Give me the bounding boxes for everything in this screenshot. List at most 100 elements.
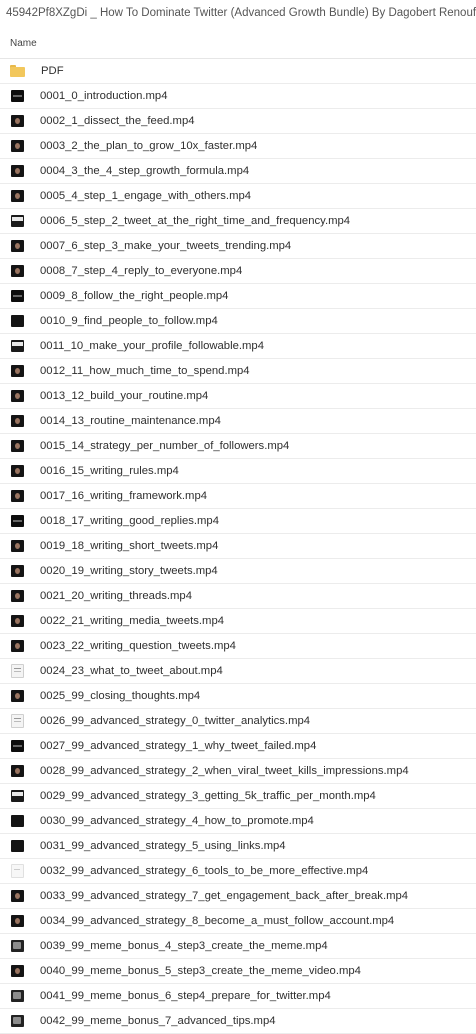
video-thumbnail-icon — [11, 390, 24, 402]
file-row[interactable]: 0020_19_writing_story_tweets.mp4 — [0, 559, 476, 584]
file-row[interactable]: 0013_12_build_your_routine.mp4 — [0, 384, 476, 409]
video-thumbnail-icon — [11, 540, 24, 552]
video-thumbnail-icon — [11, 740, 24, 752]
video-thumbnail-icon — [11, 714, 24, 728]
folder-row[interactable]: PDF — [0, 59, 476, 84]
video-thumbnail-icon — [11, 664, 24, 678]
video-thumbnail-icon — [11, 140, 24, 152]
file-row[interactable]: 0027_99_advanced_strategy_1_why_tweet_fa… — [0, 734, 476, 759]
video-thumbnail-icon — [11, 565, 24, 577]
file-row[interactable]: 0001_0_introduction.mp4 — [0, 84, 476, 109]
file-name: 0027_99_advanced_strategy_1_why_tweet_fa… — [40, 740, 317, 752]
video-thumbnail-icon — [11, 965, 24, 977]
file-row[interactable]: 0006_5_step_2_tweet_at_the_right_time_an… — [0, 209, 476, 234]
video-thumbnail-icon — [11, 940, 24, 952]
file-row[interactable]: 0009_8_follow_the_right_people.mp4 — [0, 284, 476, 309]
file-name: 0020_19_writing_story_tweets.mp4 — [40, 565, 218, 577]
video-thumbnail-icon — [11, 765, 24, 777]
file-row[interactable]: 0016_15_writing_rules.mp4 — [0, 459, 476, 484]
file-name: 0017_16_writing_framework.mp4 — [40, 490, 208, 502]
file-row[interactable]: 0003_2_the_plan_to_grow_10x_faster.mp4 — [0, 134, 476, 159]
video-thumbnail-icon — [11, 640, 24, 652]
file-row[interactable]: 0032_99_advanced_strategy_6_tools_to_be_… — [0, 859, 476, 884]
window-title: 45942Pf8XZgDi _ How To Dominate Twitter … — [6, 7, 476, 19]
file-name: 0042_99_meme_bonus_7_advanced_tips.mp4 — [40, 1015, 276, 1027]
file-row[interactable]: 0019_18_writing_short_tweets.mp4 — [0, 534, 476, 559]
file-row[interactable]: 0025_99_closing_thoughts.mp4 — [0, 684, 476, 709]
file-name: 0029_99_advanced_strategy_3_getting_5k_t… — [40, 790, 376, 802]
file-row[interactable]: 0026_99_advanced_strategy_0_twitter_anal… — [0, 709, 476, 734]
name-column-label: Name — [10, 37, 37, 49]
video-thumbnail-icon — [11, 115, 24, 127]
file-row[interactable]: 0004_3_the_4_step_growth_formula.mp4 — [0, 159, 476, 184]
file-row[interactable]: 0022_21_writing_media_tweets.mp4 — [0, 609, 476, 634]
video-thumbnail-icon — [11, 840, 24, 852]
file-name: 0011_10_make_your_profile_followable.mp4 — [40, 340, 264, 352]
video-thumbnail-icon — [11, 190, 24, 202]
file-row[interactable]: 0021_20_writing_threads.mp4 — [0, 584, 476, 609]
file-name: 0028_99_advanced_strategy_2_when_viral_t… — [40, 765, 409, 777]
file-row[interactable]: 0033_99_advanced_strategy_7_get_engageme… — [0, 884, 476, 909]
file-row[interactable]: 0008_7_step_4_reply_to_everyone.mp4 — [0, 259, 476, 284]
file-row[interactable]: 0030_99_advanced_strategy_4_how_to_promo… — [0, 809, 476, 834]
name-column-header[interactable]: Name — [0, 28, 476, 59]
file-row[interactable]: 0007_6_step_3_make_your_tweets_trending.… — [0, 234, 476, 259]
file-name: 0009_8_follow_the_right_people.mp4 — [40, 290, 229, 302]
file-name: 0014_13_routine_maintenance.mp4 — [40, 415, 221, 427]
file-name: 0005_4_step_1_engage_with_others.mp4 — [40, 190, 252, 202]
file-row[interactable]: 0011_10_make_your_profile_followable.mp4 — [0, 334, 476, 359]
file-row[interactable]: 0023_22_writing_question_tweets.mp4 — [0, 634, 476, 659]
video-thumbnail-icon — [11, 440, 24, 452]
file-row[interactable]: 0031_99_advanced_strategy_5_using_links.… — [0, 834, 476, 859]
file-row[interactable]: 0017_16_writing_framework.mp4 — [0, 484, 476, 509]
video-thumbnail-icon — [11, 290, 24, 302]
file-row[interactable]: 0015_14_strategy_per_number_of_followers… — [0, 434, 476, 459]
file-row[interactable]: 0039_99_meme_bonus_4_step3_create_the_me… — [0, 934, 476, 959]
video-thumbnail-icon — [11, 365, 24, 377]
video-thumbnail-icon — [11, 90, 24, 102]
file-name: 0031_99_advanced_strategy_5_using_links.… — [40, 840, 286, 852]
video-thumbnail-icon — [11, 490, 24, 502]
video-thumbnail-icon — [11, 515, 24, 527]
video-thumbnail-icon — [11, 240, 24, 252]
folder-icon — [10, 65, 25, 77]
file-name: 0016_15_writing_rules.mp4 — [40, 465, 179, 477]
file-name: 0019_18_writing_short_tweets.mp4 — [40, 540, 219, 552]
file-row[interactable]: 0005_4_step_1_engage_with_others.mp4 — [0, 184, 476, 209]
file-row[interactable]: 0029_99_advanced_strategy_3_getting_5k_t… — [0, 784, 476, 809]
file-name: 0002_1_dissect_the_feed.mp4 — [40, 115, 195, 127]
file-name: 0018_17_writing_good_replies.mp4 — [40, 515, 219, 527]
file-name: 0003_2_the_plan_to_grow_10x_faster.mp4 — [40, 140, 258, 152]
file-name: 0004_3_the_4_step_growth_formula.mp4 — [40, 165, 250, 177]
file-row[interactable]: 0012_11_how_much_time_to_spend.mp4 — [0, 359, 476, 384]
file-name: 0008_7_step_4_reply_to_everyone.mp4 — [40, 265, 243, 277]
video-thumbnail-icon — [11, 1015, 24, 1027]
video-thumbnail-icon — [11, 340, 24, 352]
file-name: 0023_22_writing_question_tweets.mp4 — [40, 640, 236, 652]
file-name: 0034_99_advanced_strategy_8_become_a_mus… — [40, 915, 395, 927]
video-thumbnail-icon — [11, 165, 24, 177]
video-thumbnail-icon — [11, 790, 24, 802]
file-row[interactable]: 0014_13_routine_maintenance.mp4 — [0, 409, 476, 434]
video-thumbnail-icon — [11, 465, 24, 477]
video-thumbnail-icon — [11, 215, 24, 227]
file-name: 0026_99_advanced_strategy_0_twitter_anal… — [40, 715, 311, 727]
file-name: 0030_99_advanced_strategy_4_how_to_promo… — [40, 815, 314, 827]
file-row[interactable]: 0002_1_dissect_the_feed.mp4 — [0, 109, 476, 134]
video-thumbnail-icon — [11, 890, 24, 902]
file-row[interactable]: 0018_17_writing_good_replies.mp4 — [0, 509, 476, 534]
file-row[interactable]: 0040_99_meme_bonus_5_step3_create_the_me… — [0, 959, 476, 984]
video-thumbnail-icon — [11, 690, 24, 702]
video-thumbnail-icon — [11, 915, 24, 927]
file-name: 0041_99_meme_bonus_6_step4_prepare_for_t… — [40, 990, 331, 1002]
file-row[interactable]: 0041_99_meme_bonus_6_step4_prepare_for_t… — [0, 984, 476, 1009]
file-name: 0040_99_meme_bonus_5_step3_create_the_me… — [40, 965, 361, 977]
file-row[interactable]: 0010_9_find_people_to_follow.mp4 — [0, 309, 476, 334]
file-name: 0025_99_closing_thoughts.mp4 — [40, 690, 201, 702]
file-row[interactable]: 0042_99_meme_bonus_7_advanced_tips.mp4 — [0, 1009, 476, 1034]
file-row[interactable]: 0028_99_advanced_strategy_2_when_viral_t… — [0, 759, 476, 784]
file-row[interactable]: 0024_23_what_to_tweet_about.mp4 — [0, 659, 476, 684]
video-thumbnail-icon — [11, 265, 24, 277]
file-name: 0012_11_how_much_time_to_spend.mp4 — [40, 365, 250, 377]
file-row[interactable]: 0034_99_advanced_strategy_8_become_a_mus… — [0, 909, 476, 934]
